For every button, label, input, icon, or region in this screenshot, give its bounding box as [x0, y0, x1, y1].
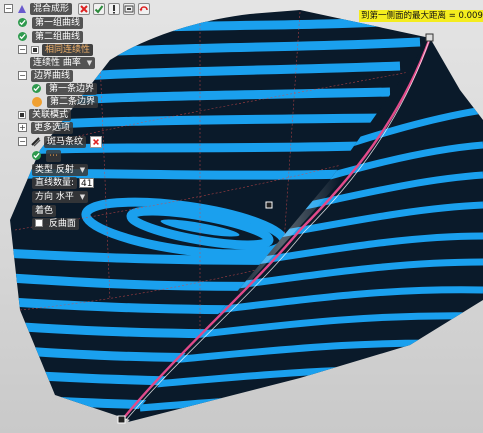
check-icon [32, 84, 41, 93]
more-options-toggle[interactable]: + 更多选项 [18, 121, 74, 134]
chevron-down-icon: ▼ [79, 165, 86, 174]
reverse-surface-toggle[interactable]: 反曲面 [32, 217, 79, 230]
toolbar: − 混合成形 [4, 2, 153, 15]
tree-item-second-curve[interactable]: 第二组曲线 [18, 30, 84, 43]
expand-icon[interactable]: + [18, 123, 27, 132]
warning-icon [32, 96, 42, 107]
checkbox-icon[interactable] [31, 45, 39, 54]
tree-item-same-continuity[interactable]: − 相同连续性 [18, 43, 94, 56]
tree-item-first-boundary[interactable]: 第一条边界 [32, 82, 98, 95]
direction-select[interactable]: 方向 水平 ▼ [32, 190, 89, 203]
check-icon [18, 32, 27, 41]
associative-mode-toggle[interactable]: 关联模式 [18, 108, 72, 121]
chevron-down-icon: ▼ [86, 58, 93, 67]
check-icon [18, 18, 27, 27]
checkbox-icon[interactable] [35, 219, 43, 227]
continuity-select[interactable]: 连续性 曲率 ▼ [30, 56, 96, 69]
blend-form-icon [17, 4, 27, 14]
check-icon [32, 151, 41, 160]
line-count-input[interactable]: 41 [79, 177, 95, 189]
blend-form-panel: − 混合成形 第一组曲线 第二组曲线 − 相同连续性 连续性 曲率 ▼ − 边界… [0, 0, 151, 232]
color-option[interactable]: 着色 [32, 204, 57, 217]
zebra-stripes-item[interactable]: − 斑马条纹 [18, 135, 103, 148]
undo-icon[interactable] [138, 2, 151, 15]
curve-handle-top[interactable] [425, 33, 434, 42]
curve-handle-bottom[interactable] [117, 415, 126, 424]
checkbox-icon[interactable] [18, 110, 26, 119]
max-distance-readout: 到第一侧面的最大距离 = 0.0091 [359, 10, 483, 22]
info-icon[interactable] [108, 2, 121, 15]
curve-handle-middle[interactable] [265, 201, 273, 209]
tree-item-first-curve[interactable]: 第一组曲线 [18, 16, 84, 29]
collapse-icon[interactable]: − [18, 71, 27, 80]
tree-item-boundary-curves[interactable]: − 边界曲线 [18, 69, 74, 82]
confirm-icon[interactable] [93, 2, 106, 15]
type-select[interactable]: 类型 反射 ▼ [32, 163, 89, 176]
zebra-icon [31, 136, 41, 147]
chevron-down-icon: ▼ [79, 192, 86, 201]
tree-item-second-boundary[interactable]: 第二条边界 [32, 95, 99, 108]
collapse-icon[interactable]: − [18, 45, 27, 54]
panel-title: 混合成形 [30, 2, 73, 15]
line-count-field[interactable]: 直线数量: 41 [32, 176, 95, 189]
cancel-icon[interactable] [78, 2, 91, 15]
collapse-icon[interactable]: − [4, 4, 13, 13]
remove-icon[interactable] [90, 135, 103, 148]
screenshot-icon[interactable] [123, 2, 136, 15]
collapse-icon[interactable]: − [18, 137, 27, 146]
zebra-sub-item[interactable]: ⋯ [32, 149, 61, 162]
